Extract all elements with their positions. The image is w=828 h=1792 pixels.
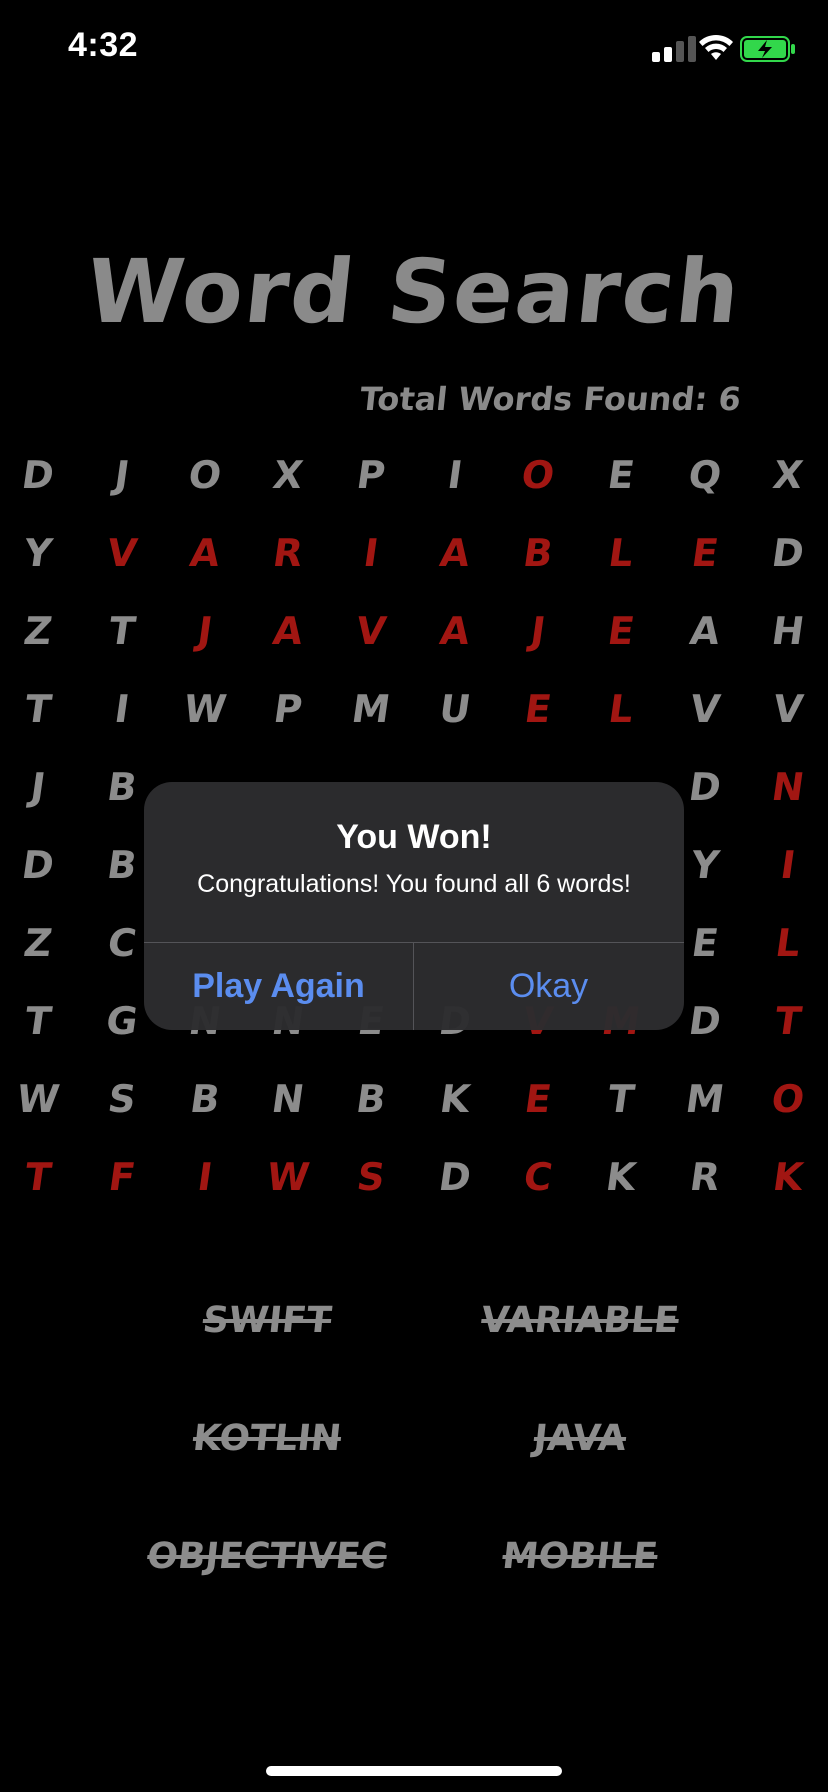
play-again-button[interactable]: Play Again bbox=[144, 943, 413, 1030]
alert-overlay: You Won! Congratulations! You found all … bbox=[0, 0, 828, 1792]
okay-button[interactable]: Okay bbox=[414, 943, 683, 1030]
alert-message: Congratulations! You found all 6 words! bbox=[197, 870, 631, 898]
home-indicator[interactable] bbox=[266, 1766, 562, 1776]
alert-title: You Won! bbox=[336, 818, 492, 856]
win-alert: You Won! Congratulations! You found all … bbox=[144, 782, 684, 1030]
